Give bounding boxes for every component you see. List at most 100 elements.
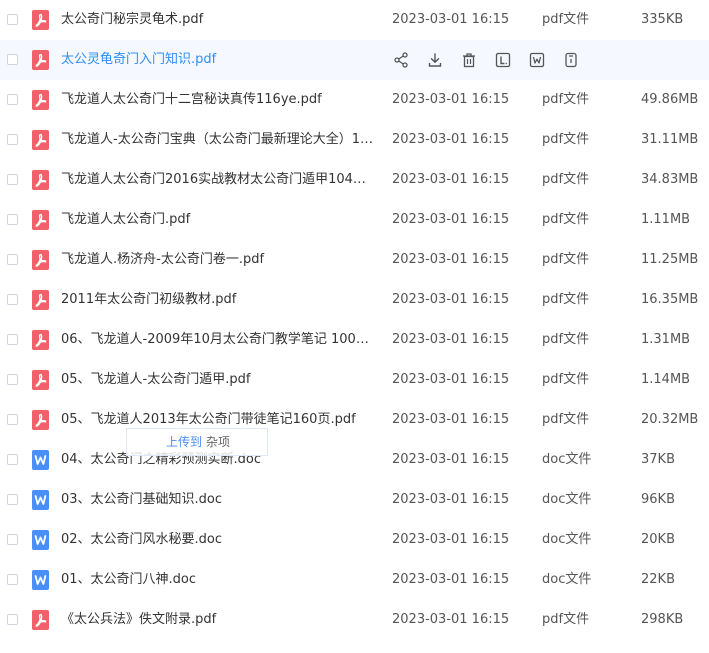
file-name[interactable]: 飞龙道人太公奇门.pdf [61, 211, 377, 229]
download-icon[interactable] [426, 51, 444, 69]
file-date: 2023-03-01 16:15 [392, 452, 510, 467]
file-name[interactable]: 飞龙道人-太公奇门宝典（太公奇门最新理论大全）191页... [61, 131, 377, 149]
pdf-file-icon [32, 130, 49, 150]
file-row[interactable]: 太公灵龟奇门入门知识.pdf [0, 40, 709, 80]
file-date: 2023-03-01 16:15 [392, 92, 510, 107]
file-size: 335KB [641, 12, 684, 27]
file-row[interactable]: 03、太公奇门基础知识.doc 2023-03-01 16:15 doc文件 96KB [0, 480, 709, 520]
file-row[interactable]: 04、太公奇门之精彩预测实断.doc 2023-03-01 16:15 doc文件 3… [0, 440, 709, 480]
file-date: 2023-03-01 16:15 [392, 612, 510, 627]
file-date: 2023-03-01 16:15 [392, 372, 510, 387]
row-checkbox[interactable] [7, 334, 18, 345]
file-size: 1.31MB [641, 332, 691, 347]
file-type: pdf文件 [542, 412, 590, 427]
file-type: pdf文件 [542, 332, 590, 347]
file-type: pdf文件 [542, 372, 590, 387]
tooltip-target-folder: 杂项 [206, 435, 231, 449]
drag-upload-tooltip: 上传到 杂项 [126, 428, 268, 456]
pdf-file-icon [32, 50, 49, 70]
file-size: 1.11MB [641, 212, 691, 227]
file-name[interactable]: 05、飞龙道人-太公奇门遁甲.pdf [61, 371, 377, 389]
file-date: 2023-03-01 16:15 [392, 132, 510, 147]
file-size: 20KB [641, 532, 675, 547]
row-checkbox[interactable] [7, 614, 18, 625]
file-row[interactable]: 飞龙道人-太公奇门宝典（太公奇门最新理论大全）191页... 2023-03-01… [0, 120, 709, 160]
file-size: 298KB [641, 612, 684, 627]
pdf-file-icon [32, 170, 49, 190]
file-row[interactable]: 飞龙道人太公奇门十二宫秘诀真传116ye.pdf 2023-03-01 16:15… [0, 80, 709, 120]
file-size: 31.11MB [641, 132, 699, 147]
file-type: doc文件 [542, 492, 592, 507]
row-checkbox[interactable] [7, 214, 18, 225]
file-name[interactable]: 05、飞龙道人2013年太公奇门带徒笔记160页.pdf [61, 411, 377, 429]
file-row[interactable]: 02、太公奇门风水秘要.doc 2023-03-01 16:15 doc文件 20KB [0, 520, 709, 560]
file-row[interactable]: 飞龙道人太公奇门2016实战教材太公奇门遁甲104页.pdf 2023-03-01… [0, 160, 709, 200]
row-checkbox[interactable] [7, 254, 18, 265]
delete-icon[interactable] [460, 51, 478, 69]
file-list: 太公奇门秘宗灵龟术.pdf 2023-03-01 16:15 pdf文件 335KB 太… [0, 0, 709, 640]
more-icon[interactable] [562, 51, 580, 69]
row-checkbox[interactable] [7, 14, 18, 25]
open-with-icon[interactable] [528, 51, 546, 69]
rename-icon[interactable] [494, 51, 512, 69]
file-name[interactable]: 飞龙道人太公奇门2016实战教材太公奇门遁甲104页.pdf [61, 171, 377, 189]
file-type: pdf文件 [542, 612, 590, 627]
file-row[interactable]: 01、太公奇门八神.doc 2023-03-01 16:15 doc文件 22KB [0, 560, 709, 600]
row-checkbox[interactable] [7, 294, 18, 305]
file-row[interactable]: 05、飞龙道人2013年太公奇门带徒笔记160页.pdf 2023-03-01 1… [0, 400, 709, 440]
file-date: 2023-03-01 16:15 [392, 412, 510, 427]
file-type: pdf文件 [542, 12, 590, 27]
file-date: 2023-03-01 16:15 [392, 212, 510, 227]
pdf-file-icon [32, 210, 49, 230]
file-type: pdf文件 [542, 212, 590, 227]
file-name[interactable]: 太公灵龟奇门入门知识.pdf [61, 51, 377, 69]
file-date: 2023-03-01 16:15 [392, 172, 510, 187]
file-row[interactable]: 飞龙道人太公奇门.pdf 2023-03-01 16:15 pdf文件 1.11MB [0, 200, 709, 240]
file-size: 20.32MB [641, 412, 699, 427]
file-type: doc文件 [542, 532, 592, 547]
file-date: 2023-03-01 16:15 [392, 332, 510, 347]
share-icon[interactable] [392, 51, 410, 69]
file-name[interactable]: 飞龙道人太公奇门十二宫秘诀真传116ye.pdf [61, 91, 377, 109]
file-date: 2023-03-01 16:15 [392, 532, 510, 547]
row-checkbox[interactable] [7, 494, 18, 505]
file-size: 96KB [641, 492, 675, 507]
row-checkbox[interactable] [7, 414, 18, 425]
file-name[interactable]: 02、太公奇门风水秘要.doc [61, 531, 377, 549]
row-checkbox[interactable] [7, 54, 18, 65]
file-date: 2023-03-01 16:15 [392, 12, 510, 27]
file-name[interactable]: 《太公兵法》佚文附录.pdf [61, 611, 377, 629]
file-date: 2023-03-01 16:15 [392, 292, 510, 307]
row-checkbox[interactable] [7, 534, 18, 545]
file-size: 22KB [641, 572, 675, 587]
file-name[interactable]: 06、飞龙道人-2009年10月太公奇门教学笔记 100页.pdf [61, 331, 377, 349]
file-size: 49.86MB [641, 92, 699, 107]
file-date: 2023-03-01 16:15 [392, 492, 510, 507]
file-row[interactable]: 太公奇门秘宗灵龟术.pdf 2023-03-01 16:15 pdf文件 335KB [0, 0, 709, 40]
pdf-file-icon [32, 410, 49, 430]
pdf-file-icon [32, 10, 49, 30]
file-name[interactable]: 01、太公奇门八神.doc [61, 571, 377, 589]
file-name[interactable]: 03、太公奇门基础知识.doc [61, 491, 377, 509]
file-name[interactable]: 太公奇门秘宗灵龟术.pdf [61, 11, 377, 29]
file-name[interactable]: 飞龙道人.杨济舟-太公奇门卷一.pdf [61, 251, 377, 269]
row-checkbox[interactable] [7, 574, 18, 585]
file-row[interactable]: 06、飞龙道人-2009年10月太公奇门教学笔记 100页.pdf 2023-03… [0, 320, 709, 360]
file-date: 2023-03-01 16:15 [392, 572, 510, 587]
row-checkbox[interactable] [7, 174, 18, 185]
file-row[interactable]: 《太公兵法》佚文附录.pdf 2023-03-01 16:15 pdf文件 298KB [0, 600, 709, 640]
file-type: pdf文件 [542, 252, 590, 267]
file-date: 2023-03-01 16:15 [392, 252, 510, 267]
row-checkbox[interactable] [7, 94, 18, 105]
pdf-file-icon [32, 90, 49, 110]
file-name[interactable]: 2011年太公奇门初级教材.pdf [61, 291, 377, 309]
pdf-file-icon [32, 250, 49, 270]
file-size: 1.14MB [641, 372, 691, 387]
file-row[interactable]: 05、飞龙道人-太公奇门遁甲.pdf 2023-03-01 16:15 pdf文件 1… [0, 360, 709, 400]
row-checkbox[interactable] [7, 454, 18, 465]
file-type: pdf文件 [542, 92, 590, 107]
file-row[interactable]: 2011年太公奇门初级教材.pdf 2023-03-01 16:15 pdf文件 16… [0, 280, 709, 320]
file-row[interactable]: 飞龙道人.杨济舟-太公奇门卷一.pdf 2023-03-01 16:15 pdf文件… [0, 240, 709, 280]
row-checkbox[interactable] [7, 374, 18, 385]
row-checkbox[interactable] [7, 134, 18, 145]
